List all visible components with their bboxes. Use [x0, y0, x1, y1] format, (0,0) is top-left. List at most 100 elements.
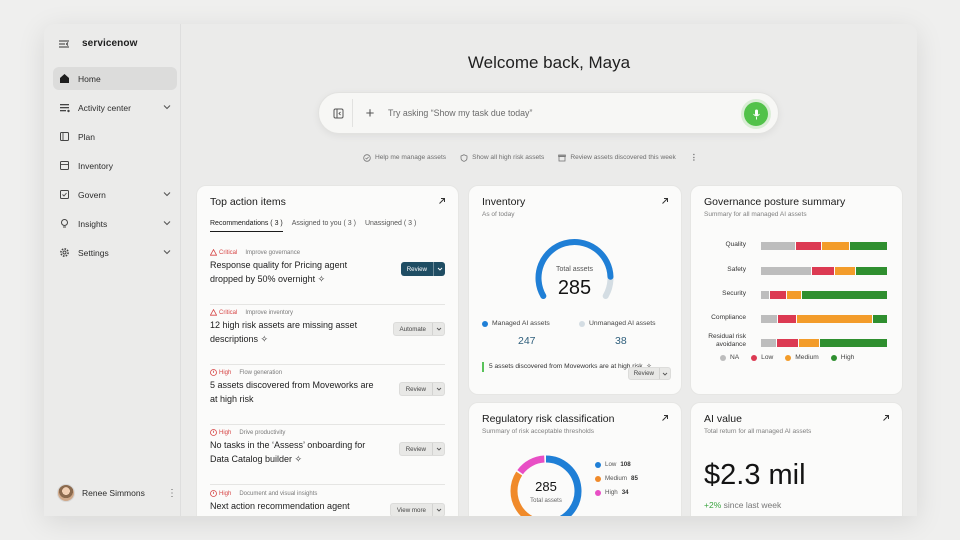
action-category: Improve inventory [245, 309, 294, 316]
chevron-down-icon[interactable] [432, 443, 444, 455]
card-title: Regulatory risk classification [482, 413, 615, 425]
governance-row: Safety [699, 266, 889, 276]
more-options-icon[interactable]: ⋮ [167, 488, 177, 499]
action-item[interactable]: High Flow generation 5 assets discovered… [210, 369, 445, 425]
tab-unassigned[interactable]: Unassigned ( 3 ) [365, 220, 416, 232]
legend-managed: Managed AI assets [482, 320, 550, 327]
governance-card: Governance posture summary Summary for a… [690, 185, 903, 395]
top-action-items-card: Top action items Recommendations ( 3 ) A… [196, 185, 459, 516]
bar-segment-high [802, 291, 887, 299]
suggestion-label: Show all high risk assets [472, 154, 545, 161]
action-category: Document and visual insights [239, 490, 318, 497]
sidebar-item-activity-center[interactable]: Activity center [53, 96, 177, 119]
bar-segment-high [872, 315, 887, 323]
legend-dot [595, 461, 601, 468]
microphone-button[interactable] [744, 102, 768, 126]
expand-arrow-icon[interactable] [438, 197, 446, 205]
inventory-icon [58, 160, 70, 172]
sidebar-item-insights[interactable]: Insights [53, 212, 177, 235]
action-item[interactable]: High Document and visual insights Next a… [210, 490, 445, 516]
sidebar-item-govern[interactable]: Govern [53, 183, 177, 206]
sidebar-item-label: Plan [78, 131, 96, 142]
unmanaged-dot [579, 320, 585, 327]
gauge-total-value: 285 [558, 277, 591, 299]
automate-button[interactable]: Automate [392, 322, 445, 336]
review-button[interactable]: Review [400, 262, 445, 276]
more-suggestions-icon[interactable]: ⋮ [690, 153, 698, 162]
search-input[interactable] [388, 108, 718, 118]
collapse-sidebar-icon[interactable] [58, 39, 70, 49]
bar-segment-na [761, 242, 796, 250]
main-content: Welcome back, Maya + Help me manage asse… [181, 24, 917, 516]
suggestion-chip[interactable]: Review assets discovered this week [558, 154, 676, 162]
user-profile[interactable]: Renee Simmons ⋮ [57, 484, 177, 502]
action-tabs: Recommendations ( 3 ) Assigned to you ( … [210, 220, 416, 232]
legend-label: Low [761, 354, 774, 361]
legend-unmanaged: Unmanaged AI assets [579, 320, 656, 327]
tab-recommendations[interactable]: Recommendations ( 3 ) [210, 220, 283, 232]
side-panel-icon[interactable] [325, 99, 353, 127]
button-label: Review [405, 385, 426, 393]
suggestion-chip[interactable]: Help me manage assets [363, 153, 446, 162]
review-button[interactable]: Review [627, 367, 671, 380]
priority-label: High [219, 490, 232, 497]
alert-circle-icon [210, 429, 217, 436]
sidebar-item-label: Home [78, 73, 101, 84]
card-title: Top action items [210, 196, 286, 208]
governance-stacked-bar [761, 267, 887, 275]
donut-slice-high [517, 455, 545, 475]
chevron-down-icon[interactable] [163, 219, 171, 227]
governance-stacked-bar [761, 242, 887, 250]
legend-label: Unmanaged AI assets [589, 320, 656, 327]
sidebar-item-home[interactable]: Home [53, 67, 177, 90]
action-text: Next action recommendation agent [210, 501, 350, 511]
chevron-down-icon[interactable] [432, 383, 444, 395]
review-button[interactable]: Review [398, 382, 445, 396]
bar-segment-low [777, 339, 798, 347]
governance-row: Security [699, 290, 889, 300]
view-more-button[interactable]: View more [389, 503, 445, 516]
suggestion-chip[interactable]: Show all high risk assets [460, 153, 545, 162]
sidebar-item-settings[interactable]: Settings [53, 241, 177, 264]
legend-label: High [605, 489, 618, 496]
expand-arrow-icon[interactable] [661, 414, 669, 422]
bar-segment-na [761, 291, 769, 299]
action-tagline: Critical Improve governance [210, 249, 445, 256]
chevron-down-icon[interactable] [432, 323, 444, 335]
action-item[interactable]: Critical Improve inventory 12 high risk … [210, 309, 445, 365]
assistant-search-bar: + [318, 92, 779, 134]
governance-stacked-bar [761, 339, 887, 347]
inventory-card: Inventory As of today Total assets 285 M… [468, 185, 682, 395]
chevron-down-icon[interactable] [433, 262, 445, 276]
shield-icon [460, 153, 468, 162]
action-tagline: Critical Improve inventory [210, 309, 445, 316]
chevron-down-icon[interactable] [163, 103, 171, 111]
action-item[interactable]: High Drive productivity No tasks in the … [210, 429, 445, 485]
action-category: Flow generation [239, 369, 283, 376]
regulatory-legend: Low 108 Medium 85 High 34 [595, 461, 638, 503]
sidebar-item-label: Activity center [78, 102, 131, 113]
expand-arrow-icon[interactable] [882, 414, 890, 422]
sidebar-item-inventory[interactable]: Inventory [53, 154, 177, 177]
priority-badge: High [210, 429, 231, 436]
sidebar-nav: Home Activity center Plan Inventory Gove… [53, 67, 177, 270]
action-item[interactable]: Critical Improve governance Response qua… [210, 249, 445, 305]
action-tagline: High Drive productivity [210, 429, 445, 436]
add-icon[interactable]: + [363, 105, 377, 122]
warning-icon [210, 249, 217, 256]
sidebar-item-plan[interactable]: Plan [53, 125, 177, 148]
chevron-down-icon[interactable] [432, 504, 444, 516]
activity-icon [58, 102, 70, 114]
brand: servicenow [58, 38, 137, 49]
expand-arrow-icon[interactable] [661, 197, 669, 205]
sidebar-item-label: Settings [78, 247, 109, 258]
lightbulb-icon [58, 218, 70, 230]
chevron-down-icon[interactable] [659, 368, 670, 379]
review-button[interactable]: Review [398, 442, 445, 456]
brand-logo: servicenow [82, 38, 138, 49]
chevron-down-icon[interactable] [163, 248, 171, 256]
card-title: Inventory [482, 196, 526, 208]
chevron-down-icon[interactable] [163, 190, 171, 198]
alert-circle-icon [210, 490, 217, 497]
tab-assigned-to-you[interactable]: Assigned to you ( 3 ) [292, 220, 356, 232]
